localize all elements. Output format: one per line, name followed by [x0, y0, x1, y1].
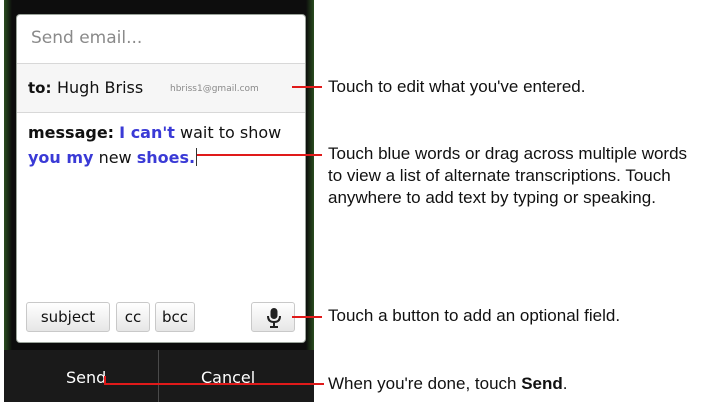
- callout-add-field-text: Touch a button to add an optional field.: [328, 306, 621, 325]
- phone-screen: Send email... to: Hugh Briss hbriss1@gma…: [4, 0, 314, 402]
- message-text-2: new: [93, 148, 137, 167]
- compose-card: Send email... to: Hugh Briss hbriss1@gma…: [17, 15, 305, 342]
- callout-edit: Touch to edit what you've entered.: [328, 76, 698, 98]
- screen-edge-left: [4, 0, 12, 402]
- cc-button[interactable]: cc: [116, 302, 150, 332]
- send-button[interactable]: Send: [66, 368, 106, 387]
- message-text-1: wait to show: [174, 123, 282, 142]
- bcc-button[interactable]: bcc: [155, 302, 195, 332]
- title-placeholder: Send email...: [31, 28, 143, 48]
- callout-done-suffix: .: [562, 374, 568, 393]
- microphone-icon: [267, 308, 281, 328]
- alt-word-3[interactable]: shoes.: [137, 148, 195, 167]
- callout-done-prefix: When you're done, touch: [328, 374, 522, 393]
- to-address: hbriss1@gmail.com: [170, 84, 259, 94]
- callout-line-blue-words: [197, 154, 322, 156]
- microphone-button[interactable]: [251, 302, 295, 332]
- callout-edit-text: Touch to edit what you've entered.: [328, 77, 586, 96]
- action-bar: Send Cancel: [4, 350, 314, 402]
- callout-line-send-h: [104, 383, 324, 385]
- message-label: message:: [28, 123, 115, 142]
- alt-word-1[interactable]: I can't: [119, 123, 175, 142]
- callout-add-field: Touch a button to add an optional field.: [328, 305, 703, 327]
- action-divider: [158, 350, 159, 402]
- subject-button[interactable]: subject: [26, 302, 110, 332]
- message-field[interactable]: message: I can't wait to show you my new…: [28, 120, 300, 170]
- alt-word-2[interactable]: you my: [28, 148, 93, 167]
- text-cursor: [196, 148, 198, 166]
- callout-blue-words-text: Touch blue words or drag across multiple…: [328, 144, 688, 207]
- callout-line-add-field: [292, 316, 322, 318]
- callout-done-bold: Send: [521, 374, 563, 393]
- title-row[interactable]: Send email...: [17, 15, 305, 64]
- callout-done: When you're done, touch Send.: [328, 373, 698, 395]
- screen-edge-right: [306, 0, 314, 402]
- to-name[interactable]: Hugh Briss: [57, 78, 143, 97]
- to-field[interactable]: to: Hugh Briss hbriss1@gmail.com: [17, 64, 305, 113]
- callout-blue-words: Touch blue words or drag across multiple…: [328, 143, 698, 209]
- to-label: to:: [28, 79, 52, 97]
- callout-line-edit: [292, 86, 322, 88]
